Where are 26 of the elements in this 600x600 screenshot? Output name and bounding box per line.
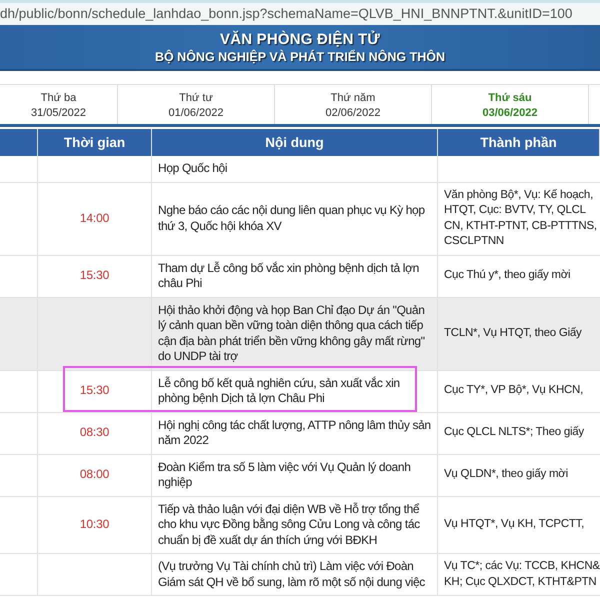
event-description: Nghe báo cáo các nội dung liên quan phục vụ Kỳ họp thứ 3, Quốc hội khóa XV	[158, 203, 426, 234]
participants-text: Cục Thú y*, theo giấy mời	[444, 268, 570, 284]
event-description: Đoàn Kiểm tra số 5 làm việc với Vụ Quản lý doanh nghiệp	[158, 460, 412, 490]
event-description: Tham dự Lễ công bố vắc xin phòng bệnh dịch tả lợn châu Phi	[158, 260, 420, 292]
participants-text: Cục TY*, VP Bộ*, Vụ KHCN,	[444, 383, 584, 398]
time-text: 15:30	[80, 268, 110, 284]
event-description: Tiếp và thảo luận với đại diện WB về Hỗ trợ tổng thể cho khu vực Đồng bằng sông Cửu Long và công tác chuẩn bị đề xuất dự án thích ứng với BĐKH	[158, 502, 421, 548]
time-text: 10:30	[80, 517, 110, 532]
event-description: (Vụ trưởng Vụ Tài chính chủ trì) Làm việc với Đoàn Giám sát QH về bổ sung, làm rõ một số nội dung việc	[158, 559, 426, 590]
time-text: 08:30	[80, 425, 110, 441]
banner-title: VĂN PHÒNG ĐIỆN TỬ	[218, 30, 382, 48]
time-text: 15:30	[80, 383, 110, 399]
participants-text: Văn phòng Bộ*, Vụ: Kế hoạch, HTQT, Cục: BVTV, TY, QLCL CN, KTHT-PTNT, CB-PTTTNS, CSCLPTNN	[444, 188, 597, 249]
participants-text: TCLN*, Vụ HTQT, theo Giấy	[444, 326, 582, 341]
participants-text: Cục QLCL NLTS*; Theo giấy	[444, 425, 584, 440]
time-text: 08:00	[80, 467, 110, 483]
participants-text: Vụ QLDN*, theo giấy mời	[444, 467, 568, 482]
participants-text: Vụ HTQT*, Vụ KH, TCPCTT,	[444, 517, 584, 532]
event-description: Hội thảo khởi động và họp Ban Chỉ đạo Dự án "Quản lý cảnh quan bền vững toàn diện thông qua cách tiếp cận địa bàn phát triển bền vững không gây mất rừng" do UNDP tài trợ	[158, 302, 426, 364]
event-description: Hội nghị công tác chất lượng, ATTP nông lâm thủy sản năm 2022	[158, 418, 432, 448]
participants-text: Vụ TC*; các Vụ: TCCB, KHCN& KH; Cục QLXDCT, KTHT&PTN	[444, 559, 600, 590]
address-bar[interactable]: dh/public/bonn/schedule_lanhdao_bonn.jsp?schemaName=QLVB_HNI_BNNPTNT.&unitID=100	[0, 0, 600, 25]
time-text: 14:00	[80, 210, 110, 226]
event-description: Họp Quốc hội	[158, 161, 228, 176]
event-description: Lễ công bố kết quả nghiên cứu, sản xuất vắc xin phòng bệnh Dịch tả lợn Châu Phi	[158, 376, 401, 406]
banner-subtitle: BỘ NÔNG NGHIỆP VÀ PHÁT TRIỂN NÔNG THÔN	[154, 50, 446, 64]
